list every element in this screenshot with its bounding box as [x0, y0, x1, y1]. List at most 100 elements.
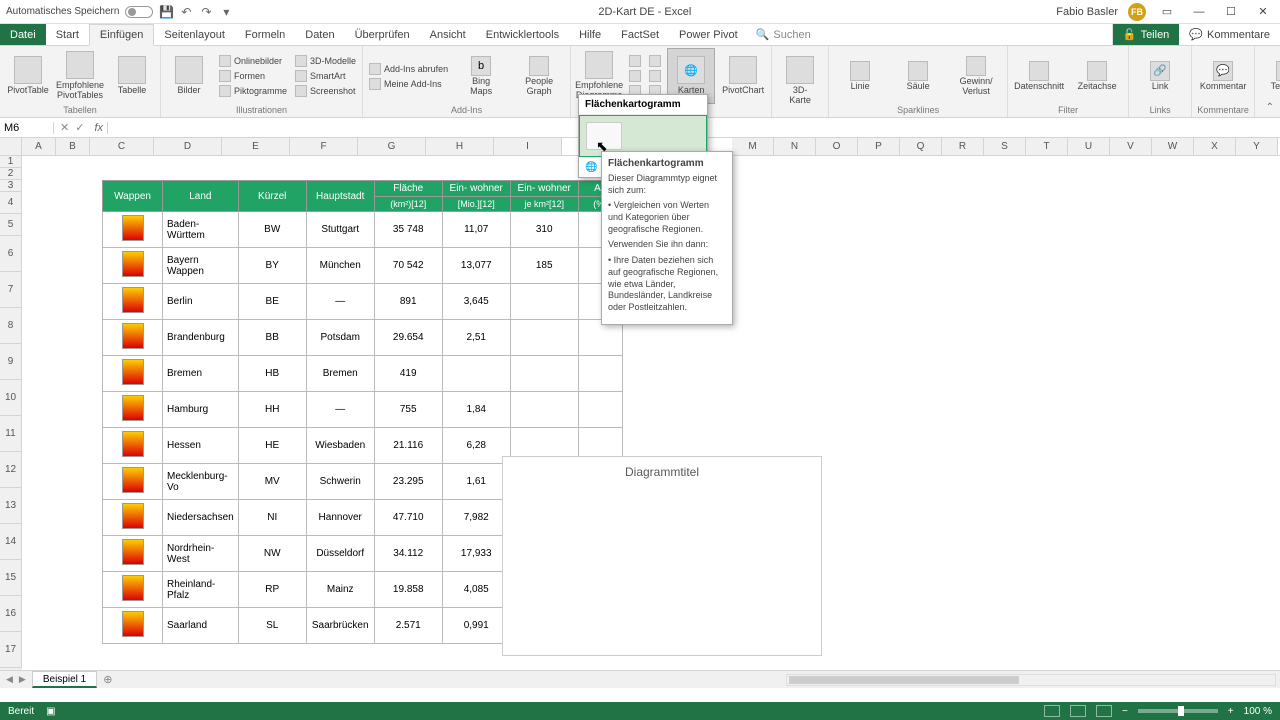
col-header[interactable]: Q [900, 138, 942, 155]
redo-icon[interactable]: ↷ [199, 5, 213, 19]
cell-hauptstadt[interactable]: Saarbrücken [306, 608, 374, 644]
collapse-ribbon-icon[interactable]: ⌃ [1266, 102, 1274, 113]
row-header[interactable]: 2 [0, 168, 22, 180]
cell-flaeche[interactable]: 891 [374, 284, 442, 320]
row-header[interactable]: 5 [0, 214, 22, 236]
close-icon[interactable]: ✕ [1252, 3, 1274, 21]
search-box[interactable]: 🔍 Suchen [748, 24, 819, 45]
tab-start[interactable]: Start [46, 24, 89, 45]
tab-developer[interactable]: Entwicklertools [476, 24, 569, 45]
view-normal-icon[interactable] [1044, 705, 1060, 717]
cell-kuerzel[interactable]: HB [238, 356, 306, 392]
cell-wappen[interactable] [103, 428, 163, 464]
row-header[interactable]: 12 [0, 452, 22, 488]
minimize-icon[interactable]: — [1188, 3, 1210, 21]
cell-land[interactable]: Bremen [163, 356, 239, 392]
qat-dropdown-icon[interactable]: ▾ [219, 5, 233, 19]
ribbon-display-icon[interactable]: ▭ [1156, 3, 1178, 21]
zoom-slider[interactable] [1138, 709, 1218, 713]
cell-einwohner[interactable]: 17,933 [442, 536, 510, 572]
cell-flaeche[interactable]: 2.571 [374, 608, 442, 644]
cell-hauptstadt[interactable]: Stuttgart [306, 212, 374, 248]
row-header[interactable]: 6 [0, 236, 22, 272]
col-header[interactable]: D [154, 138, 222, 155]
tab-powerpivot[interactable]: Power Pivot [669, 24, 748, 45]
cell-kuerzel[interactable]: BY [238, 248, 306, 284]
cell-land[interactable]: Hamburg [163, 392, 239, 428]
cell-kuerzel[interactable]: HH [238, 392, 306, 428]
cell-hauptstadt[interactable]: Schwerin [306, 464, 374, 500]
row-header[interactable]: 17 [0, 632, 22, 668]
cell-hauptstadt[interactable]: München [306, 248, 374, 284]
add-sheet-button[interactable]: ⊕ [97, 673, 118, 686]
col-header[interactable]: W [1152, 138, 1194, 155]
tab-pagelayout[interactable]: Seitenlayout [154, 24, 235, 45]
cell-hauptstadt[interactable]: Potsdam [306, 320, 374, 356]
cell-einwohner-km[interactable]: 310 [510, 212, 578, 248]
comments-button[interactable]: 💬 Kommentare [1179, 24, 1280, 45]
people-graph-button[interactable]: People Graph [512, 48, 566, 104]
link-button[interactable]: 🔗Link [1133, 48, 1187, 104]
cell-land[interactable]: Bayern Wappen [163, 248, 239, 284]
cell-einwohner[interactable]: 1,84 [442, 392, 510, 428]
timeline-button[interactable]: Zeitachse [1070, 48, 1124, 104]
cell-kuerzel[interactable]: BE [238, 284, 306, 320]
cell-einwohner-km[interactable] [510, 356, 578, 392]
cell-einwohner[interactable]: 2,51 [442, 320, 510, 356]
cell-flaeche[interactable]: 19.858 [374, 572, 442, 608]
cell-einwohner[interactable]: 7,982 [442, 500, 510, 536]
col-header[interactable]: T [1026, 138, 1068, 155]
col-header[interactable]: G [358, 138, 426, 155]
pivotchart-button[interactable]: PivotChart [719, 48, 767, 104]
view-pagelayout-icon[interactable] [1070, 705, 1086, 717]
cell-flaeche[interactable]: 21.116 [374, 428, 442, 464]
col-header[interactable]: X [1194, 138, 1236, 155]
chart-type-5[interactable] [647, 69, 663, 83]
chart-type-2[interactable] [627, 69, 643, 83]
cell-wappen[interactable] [103, 536, 163, 572]
col-header[interactable]: S [984, 138, 1026, 155]
col-header[interactable]: N [774, 138, 816, 155]
cell-land[interactable]: Saarland [163, 608, 239, 644]
cell-hauptstadt[interactable]: — [306, 284, 374, 320]
shapes-button[interactable]: Formen [217, 69, 289, 83]
accept-formula-icon[interactable]: ✓ [75, 121, 84, 134]
3d-map-button[interactable]: 3D- Karte [776, 48, 824, 114]
cell-einwohner-km[interactable]: 185 [510, 248, 578, 284]
col-header[interactable]: B [56, 138, 90, 155]
view-pagebreak-icon[interactable] [1096, 705, 1112, 717]
cell-einwohner[interactable]: 0,991 [442, 608, 510, 644]
chart-type-1[interactable] [627, 54, 643, 68]
textbox-button[interactable]: ATextfeld [1259, 48, 1280, 104]
cell-wappen[interactable] [103, 608, 163, 644]
get-addins-button[interactable]: Add-Ins abrufen [367, 62, 450, 76]
row-header[interactable]: 4 [0, 192, 22, 214]
col-header[interactable]: P [858, 138, 900, 155]
cell-einwohner[interactable]: 1,61 [442, 464, 510, 500]
cell-flaeche[interactable]: 34.112 [374, 536, 442, 572]
cell-kuerzel[interactable]: MV [238, 464, 306, 500]
col-header[interactable]: H [426, 138, 494, 155]
cell-flaeche[interactable]: 755 [374, 392, 442, 428]
my-addins-button[interactable]: Meine Add-Ins [367, 77, 450, 91]
cell-einwohner[interactable]: 11,07 [442, 212, 510, 248]
cell-kuerzel[interactable]: HE [238, 428, 306, 464]
tab-file[interactable]: Datei [0, 24, 46, 45]
avatar[interactable]: FB [1128, 3, 1146, 21]
cell-kuerzel[interactable]: NI [238, 500, 306, 536]
cell-wappen[interactable] [103, 464, 163, 500]
save-icon[interactable]: 💾 [159, 5, 173, 19]
cell-einwohner[interactable] [442, 356, 510, 392]
cell-kuerzel[interactable]: SL [238, 608, 306, 644]
cell-kuerzel[interactable]: NW [238, 536, 306, 572]
cell-land[interactable]: Niedersachsen [163, 500, 239, 536]
table-button[interactable]: Tabelle [108, 48, 156, 104]
cell-wappen[interactable] [103, 320, 163, 356]
cell-land[interactable]: Nordrhein-West [163, 536, 239, 572]
tab-insert[interactable]: Einfügen [89, 24, 154, 46]
pictures-button[interactable]: Bilder [165, 48, 213, 104]
col-header[interactable]: R [942, 138, 984, 155]
cell-einwohner[interactable]: 3,645 [442, 284, 510, 320]
col-header[interactable]: Y [1236, 138, 1278, 155]
cell-hauptstadt[interactable]: — [306, 392, 374, 428]
